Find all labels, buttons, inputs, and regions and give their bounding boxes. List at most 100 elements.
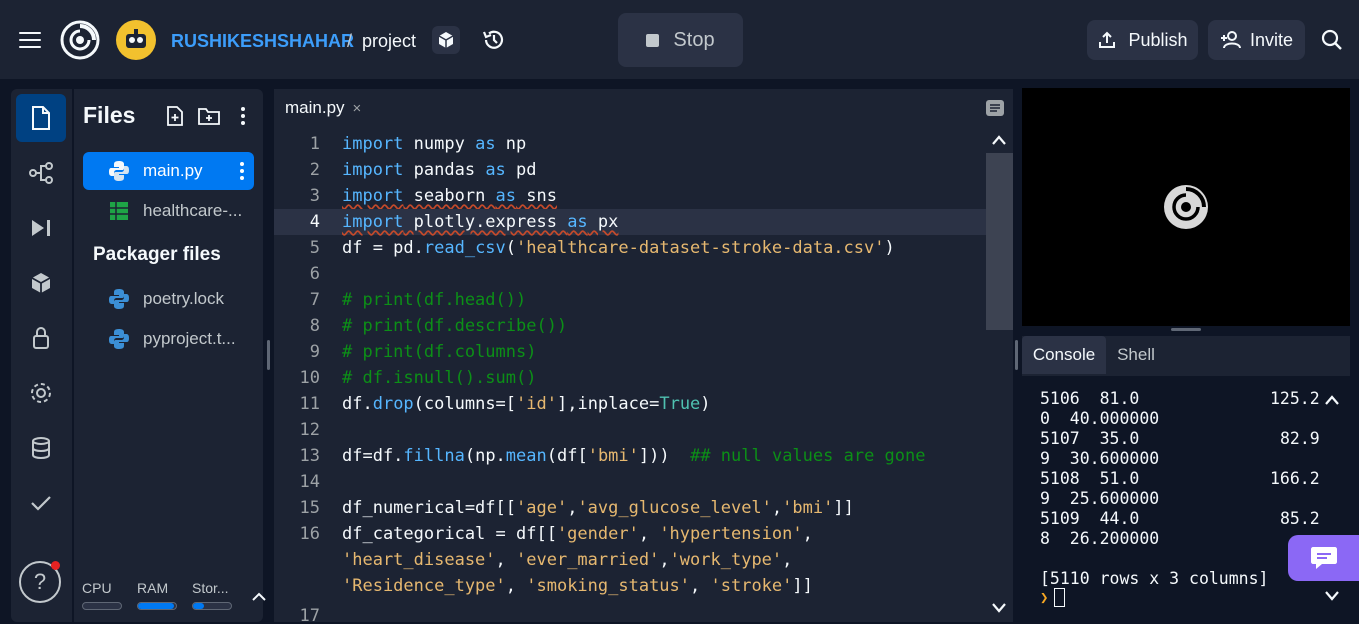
- debugger-icon[interactable]: [16, 204, 66, 252]
- files-panel: Files main.py healthcare-... Packager fi…: [74, 89, 266, 622]
- upload-icon: [1099, 31, 1116, 48]
- chevron-down-icon[interactable]: [991, 602, 1007, 614]
- storage-label: Stor...: [192, 580, 229, 596]
- avatar[interactable]: [116, 20, 156, 60]
- packager-files-title: Packager files: [93, 244, 221, 265]
- console-line: 5107 35.0 82.9: [1040, 429, 1320, 448]
- ram-meter[interactable]: [137, 602, 177, 610]
- python-icon: [107, 287, 131, 311]
- prompt-arrow-icon: ❯: [1040, 589, 1049, 606]
- file-name: pyproject.t...: [143, 329, 236, 348]
- file-name: healthcare-...: [143, 201, 243, 220]
- history-icon[interactable]: [480, 26, 508, 54]
- project-name[interactable]: project: [362, 30, 416, 52]
- console-summary: [5110 rows x 3 columns]: [1040, 569, 1269, 588]
- file-item-poetry-lock[interactable]: poetry.lock: [83, 280, 254, 318]
- files-title: Files: [83, 102, 136, 128]
- packages-icon[interactable]: [16, 259, 66, 307]
- console-prompt[interactable]: ❯: [1040, 588, 1066, 607]
- tab-label: main.py: [285, 98, 345, 117]
- cube-icon: [438, 32, 454, 48]
- panel-resize-handle[interactable]: [1015, 340, 1018, 370]
- breadcrumb-separator: /: [347, 30, 353, 51]
- code-line-current: 4 import plotly.express as px: [274, 209, 986, 235]
- tool-sidebar: ?: [11, 89, 72, 622]
- chevron-up-icon[interactable]: [1324, 394, 1340, 406]
- console-line: 8 26.200000: [1040, 529, 1160, 548]
- python-icon: [107, 159, 131, 183]
- code-line: 7 # print(df.head()): [309, 290, 527, 310]
- chat-icon: [1310, 547, 1337, 569]
- stop-label: Stop: [673, 28, 715, 51]
- stop-button[interactable]: Stop: [618, 13, 743, 67]
- console-output[interactable]: 5106 81.0 125.2 0 40.000000 5107 35.0 82.9…: [1022, 376, 1350, 622]
- more-options-icon[interactable]: [232, 105, 254, 127]
- code-line: 8 # print(df.describe()): [309, 316, 568, 336]
- file-menu-icon[interactable]: [236, 161, 248, 181]
- file-name: poetry.lock: [143, 289, 224, 308]
- new-folder-icon[interactable]: [198, 105, 220, 127]
- code-line: 15 df_numerical=df[['age','avg_glucose_le…: [299, 498, 854, 518]
- owner-link[interactable]: RUSHIKESHSHAHAR: [171, 30, 354, 52]
- storage-meter[interactable]: [192, 602, 232, 610]
- code-line: 10 # df.isnull().sum(): [299, 368, 537, 388]
- file-item-pyproject[interactable]: pyproject.t...: [83, 320, 254, 358]
- secrets-lock-icon[interactable]: [16, 314, 66, 362]
- top-bar: RUSHIKESHSHAHAR / project Stop Publish I…: [0, 0, 1359, 80]
- replit-logo-icon[interactable]: [60, 20, 100, 60]
- chevron-up-icon[interactable]: [250, 589, 268, 603]
- code-line: 2 import pandas as pd: [309, 160, 537, 180]
- check-icon[interactable]: [16, 479, 66, 527]
- panel-resize-handle[interactable]: [267, 340, 270, 370]
- chevron-down-icon[interactable]: [1324, 590, 1340, 602]
- repl-icon-button[interactable]: [432, 26, 460, 54]
- console-line: 9 25.600000: [1040, 489, 1160, 508]
- code-line: 5 df = pd.read_csv('healthcare-dataset-st…: [309, 238, 895, 258]
- files-actions: [164, 105, 254, 127]
- git-branch-icon[interactable]: [16, 149, 66, 197]
- chevron-up-icon[interactable]: [991, 134, 1007, 146]
- tab-shell[interactable]: Shell: [1108, 336, 1164, 374]
- tab-main-py[interactable]: main.py ×: [274, 89, 374, 127]
- code-line: 12: [299, 420, 320, 440]
- files-icon[interactable]: [16, 94, 66, 142]
- database-icon[interactable]: [16, 424, 66, 472]
- chat-button[interactable]: [1288, 535, 1359, 581]
- invite-button[interactable]: Invite: [1208, 20, 1305, 60]
- spreadsheet-icon: [107, 199, 131, 223]
- text-cursor: [1054, 588, 1066, 607]
- help-icon: ?: [33, 569, 47, 594]
- console-line: 9 30.600000: [1040, 449, 1160, 468]
- file-item-healthcare[interactable]: healthcare-...: [83, 192, 254, 230]
- add-user-icon: [1220, 31, 1241, 49]
- console-line: 5109 44.0 85.2: [1040, 509, 1320, 528]
- editor-scrollbar[interactable]: [986, 127, 1013, 622]
- code-editor: main.py × 1 import numpy as np 2 import pa…: [274, 89, 1013, 622]
- cpu-meter[interactable]: [82, 602, 122, 610]
- help-button[interactable]: ?: [19, 561, 61, 603]
- code-area[interactable]: 1 import numpy as np 2 import pandas as pd…: [274, 127, 1013, 622]
- editor-tab-bar: main.py ×: [274, 89, 1013, 127]
- search-icon[interactable]: [1318, 26, 1346, 54]
- tab-console[interactable]: Console: [1022, 336, 1106, 374]
- pane-resize-handle[interactable]: [1171, 328, 1201, 331]
- code-line: 9 # print(df.columns): [309, 342, 537, 362]
- cpu-label: CPU: [82, 580, 112, 596]
- scrollbar-thumb[interactable]: [986, 153, 1013, 330]
- code-line: 17: [299, 606, 320, 622]
- close-icon[interactable]: ×: [353, 100, 362, 117]
- file-name: main.py: [143, 161, 203, 180]
- settings-gear-icon[interactable]: [16, 369, 66, 417]
- menu-icon[interactable]: [17, 28, 43, 52]
- console-line: 0 40.000000: [1040, 409, 1160, 428]
- stop-icon: [646, 33, 660, 47]
- console-line: 5108 51.0 166.2: [1040, 469, 1320, 488]
- replit-spinner-icon: [1164, 185, 1208, 229]
- editor-menu-icon[interactable]: [985, 99, 1005, 117]
- code-line: 1 import numpy as np: [309, 134, 527, 154]
- file-item-main-py[interactable]: main.py: [83, 152, 254, 190]
- new-file-icon[interactable]: [164, 105, 186, 127]
- code-line-wrap: 'Residence_type', 'smoking_status', 'str…: [342, 576, 813, 596]
- code-line-wrap: 'heart_disease', 'ever_married','work_ty…: [342, 550, 793, 570]
- publish-button[interactable]: Publish: [1087, 20, 1198, 60]
